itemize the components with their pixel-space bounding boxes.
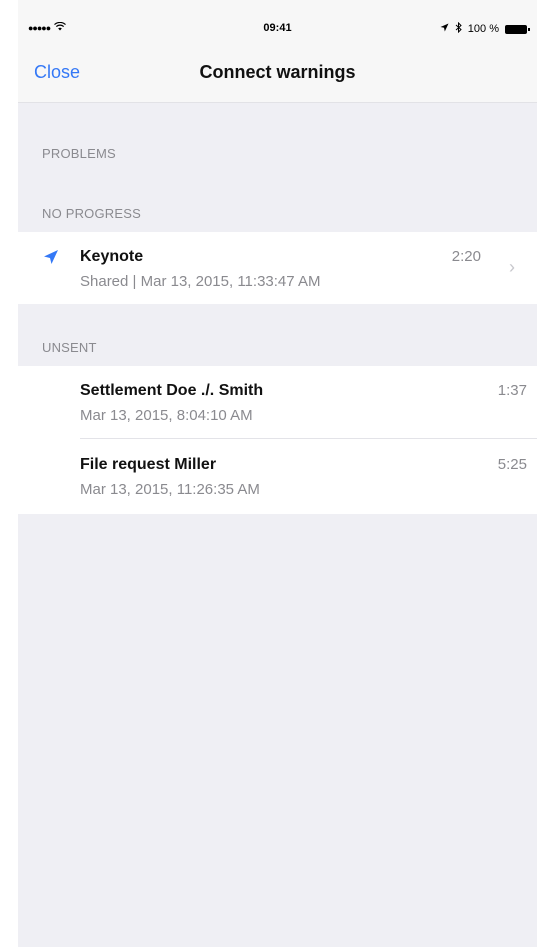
battery-icon: [505, 24, 530, 34]
list-item-time: 2:20: [451, 248, 481, 265]
unsent-list: Settlement Doe ./. Smith Mar 13, 2015, 8…: [18, 366, 537, 514]
list-item-title: Keynote: [80, 248, 144, 265]
list-item-file-request[interactable]: File request Miller Mar 13, 2015, 11:26:…: [18, 439, 537, 514]
list-item-subtitle: Mar 13, 2015, 8:04:10 AM: [80, 407, 253, 424]
send-arrow-icon: [42, 248, 60, 266]
list-item-subtitle: Mar 13, 2015, 11:26:35 AM: [80, 481, 260, 498]
navigation-bar: Close Connect warnings: [18, 40, 537, 103]
section-header-no-progress: NO PROGRESS: [42, 206, 141, 221]
list-item-keynote[interactable]: Keynote Shared | Mar 13, 2015, 11:33:47 …: [18, 232, 537, 304]
chevron-right-icon: ›: [509, 257, 515, 277]
list-item-title: File request Miller: [80, 456, 217, 473]
status-right: 100 %: [440, 21, 530, 36]
section-header-unsent: UNSENT: [42, 340, 97, 355]
section-header-problems: PROBLEMS: [42, 146, 116, 161]
battery-percentage: 100 %: [467, 23, 499, 35]
bluetooth-icon: [455, 21, 462, 36]
list-item-time: 1:37: [497, 382, 527, 399]
status-bar: ●●●●● 09:41 100 %: [18, 0, 537, 40]
no-progress-list: Keynote Shared | Mar 13, 2015, 11:33:47 …: [18, 232, 537, 304]
app-screen: ●●●●● 09:41 100 % Close Connect warnings…: [18, 0, 537, 947]
list-item-title: Settlement Doe ./. Smith: [80, 382, 264, 399]
list-item-time: 5:25: [497, 456, 527, 473]
list-item-settlement[interactable]: Settlement Doe ./. Smith Mar 13, 2015, 8…: [18, 366, 537, 438]
page-title: Connect warnings: [199, 62, 356, 82]
location-arrow-icon: [440, 23, 449, 35]
list-item-subtitle: Shared | Mar 13, 2015, 11:33:47 AM: [80, 273, 321, 290]
